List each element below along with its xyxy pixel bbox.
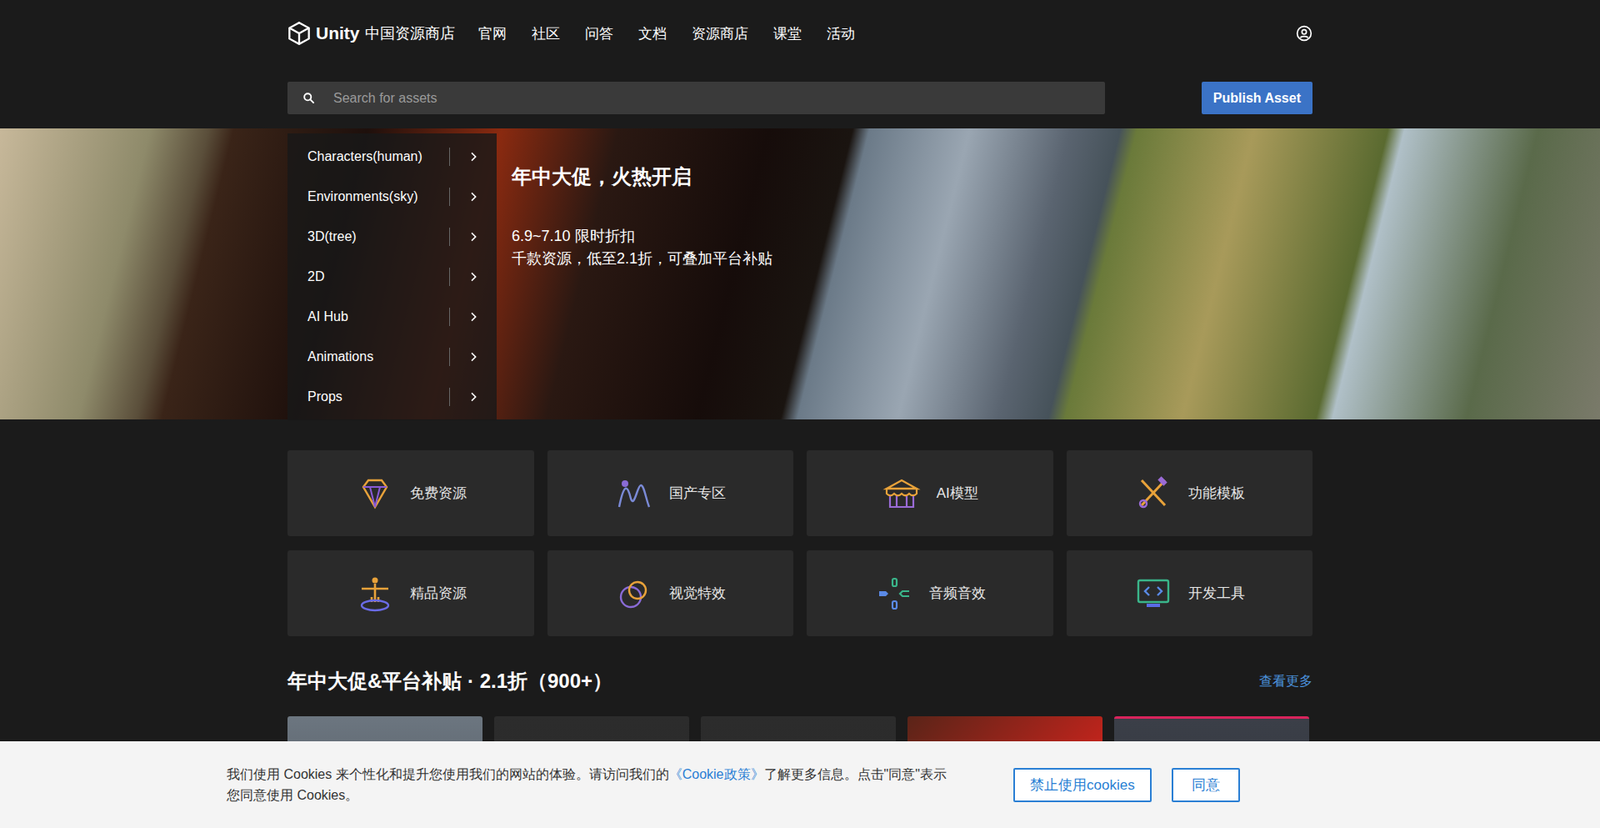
audio-nodes-icon [874,573,915,614]
tent-icon [881,473,922,514]
nav-item[interactable]: 文档 [638,24,667,44]
nav-item[interactable]: 官网 [478,24,507,44]
quick-tiles: 免费资源 国产专区 AI模型 功能模板精品资源 视觉特效 音频音效 开发工具 [287,450,1313,636]
quick-tile[interactable]: 视觉特效 [547,550,795,636]
cookie-text: 我们使用 Cookies 来个性化和提升您使用我们的网站的体验。请访问我们的《C… [226,763,952,805]
hero-title: 年中大促，火热开启 [511,163,773,190]
category-item[interactable]: AI Hub [287,296,497,337]
quick-tile[interactable]: 精品资源 [287,550,535,636]
hero-banner[interactable]: Characters(human)Environments(sky)3D(tre… [0,128,1600,420]
cookie-button[interactable]: 禁止使用cookies [1013,767,1152,802]
hero-text: 年中大促，火热开启 6.9~7.10 限时折扣千款资源，低至2.1折，可叠加平台补… [511,133,773,420]
nav-item[interactable]: 课堂 [773,24,802,44]
search-row: Search for assets Publish Asset [287,81,1313,115]
quick-tile[interactable]: 国产专区 [547,450,795,536]
category-item[interactable]: 3D(tree) [287,216,497,257]
tools-icon [1133,473,1174,514]
tile-label: 国产专区 [669,483,726,503]
monitor-code-icon [1133,573,1174,614]
unity-cube-icon [287,21,311,45]
chevron-right-icon [466,230,480,244]
logo[interactable]: Unity中国资源商店 [287,21,455,45]
rings-icon [614,573,655,614]
nav-item[interactable]: 资源商店 [691,24,749,44]
category-menu: Characters(human)Environments(sky)3D(tre… [287,133,497,420]
category-item[interactable]: Props [287,376,497,417]
mountain-sun-icon [614,473,655,514]
chevron-right-icon [466,190,480,204]
main-nav: 官网 社区 问答 文档 资源商店 课堂 活动 [478,24,855,44]
search-icon [302,91,315,105]
tile-label: 开发工具 [1188,583,1245,603]
quick-tile[interactable]: AI模型 [806,450,1054,536]
header: Unity中国资源商店 官网 社区 问答 文档 资源商店 课堂 活动 [0,0,1600,67]
tile-label: 精品资源 [410,583,467,603]
cookie-banner: 我们使用 Cookies 来个性化和提升您使用我们的网站的体验。请访问我们的《C… [0,740,1600,828]
cookie-button[interactable]: 同意 [1171,767,1240,802]
nav-item[interactable]: 社区 [531,24,560,44]
tile-label: 免费资源 [410,483,467,503]
tile-label: 功能模板 [1188,483,1245,503]
search-placeholder: Search for assets [333,90,438,106]
see-more-link[interactable]: 查看更多 [1259,672,1313,690]
nav-item[interactable]: 活动 [826,24,855,44]
quick-tile[interactable]: 免费资源 [287,450,535,536]
cookie-policy-link[interactable]: 《Cookie政策》 [669,766,765,781]
chevron-right-icon [466,310,480,324]
quick-tile[interactable]: 功能模板 [1066,450,1314,536]
search-field[interactable]: Search for assets [287,81,1105,115]
logo-text: Unity [315,23,360,44]
chevron-right-icon [466,390,480,404]
category-item[interactable]: Animations [287,336,497,377]
hero-line: 6.9~7.10 限时折扣 [511,225,773,248]
section-title: 年中大促&平台补贴 · 2.1折（900+） [287,667,613,695]
nav-item[interactable]: 问答 [585,24,614,44]
category-item[interactable]: Environments(sky) [287,176,497,217]
quick-tile[interactable]: 音频音效 [806,550,1054,636]
diamond-icon [355,473,395,514]
chevron-right-icon [466,270,480,284]
tile-label: 音频音效 [929,583,986,603]
hero-line: 千款资源，低至2.1折，可叠加平台补贴 [511,247,773,270]
tile-label: AI模型 [936,483,979,503]
quick-tile[interactable]: 开发工具 [1066,550,1314,636]
category-item[interactable]: 2D [287,256,497,297]
store-name: 中国资源商店 [365,23,455,44]
publish-button[interactable]: Publish Asset [1201,81,1313,115]
user-icon[interactable] [1295,25,1313,42]
person-icon [355,573,395,614]
tile-label: 视觉特效 [669,583,726,603]
category-item[interactable]: Characters(human) [287,136,497,177]
section-header: 年中大促&平台补贴 · 2.1折（900+） 查看更多 [287,667,1313,695]
chevron-right-icon [466,350,480,364]
page: Unity中国资源商店 官网 社区 问答 文档 资源商店 课堂 活动 Search for as… [0,0,1600,828]
chevron-right-icon [466,150,480,164]
